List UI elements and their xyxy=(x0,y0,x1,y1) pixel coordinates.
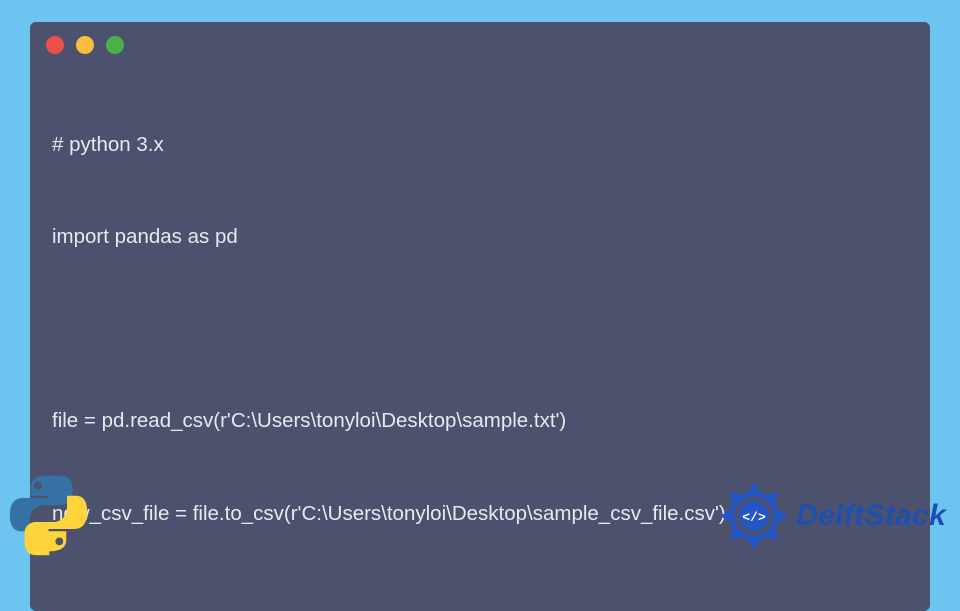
minimize-dot-icon xyxy=(76,36,94,54)
window-titlebar xyxy=(30,22,930,62)
maximize-dot-icon xyxy=(106,36,124,54)
svg-text:</>: </> xyxy=(743,510,767,525)
close-dot-icon xyxy=(46,36,64,54)
code-blank-line xyxy=(52,314,908,345)
code-line: file = pd.read_csv(r'C:\Users\tonyloi\De… xyxy=(52,406,908,437)
delftstack-name: DelftStack xyxy=(796,499,946,533)
code-line: import pandas as pd xyxy=(52,222,908,253)
python-logo-icon xyxy=(6,471,91,556)
delftstack-badge-icon: </> xyxy=(718,480,790,552)
delftstack-brand: </> DelftStack xyxy=(718,480,946,552)
code-line: # python 3.x xyxy=(52,130,908,161)
